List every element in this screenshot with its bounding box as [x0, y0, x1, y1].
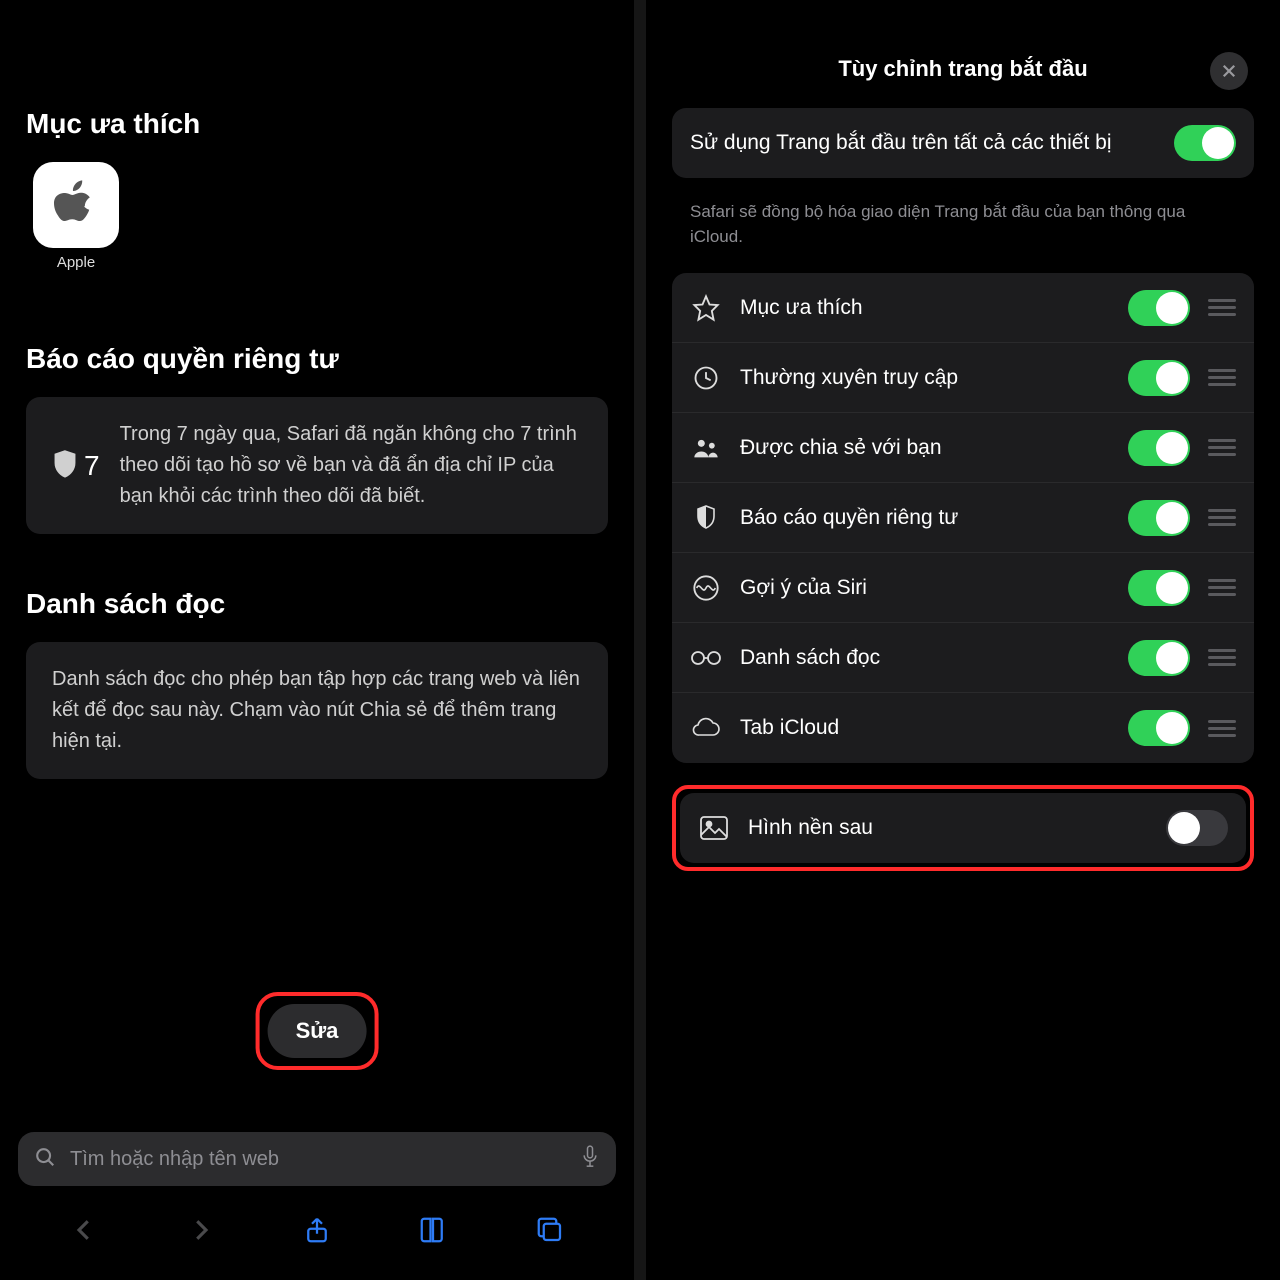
row-background-image[interactable]: Hình nền sau	[680, 793, 1246, 863]
reorder-handle[interactable]	[1208, 435, 1236, 460]
back-button[interactable]	[69, 1215, 99, 1250]
bottom-toolbar	[0, 1204, 634, 1260]
row-icloud-tabs[interactable]: Tab iCloud	[672, 693, 1254, 763]
toggle-privacy[interactable]	[1128, 500, 1190, 536]
siri-icon	[690, 574, 722, 602]
row-favorites[interactable]: Mục ưa thích	[672, 273, 1254, 343]
forward-button[interactable]	[186, 1215, 216, 1250]
row-frequently-visited[interactable]: Thường xuyên truy cập	[672, 343, 1254, 413]
reorder-handle[interactable]	[1208, 716, 1236, 741]
shield-icon	[690, 504, 722, 532]
edit-button[interactable]: Sửa	[268, 1004, 367, 1058]
background-image-highlight: Hình nền sau	[672, 785, 1254, 871]
share-button[interactable]	[302, 1215, 332, 1250]
toggle-favorites[interactable]	[1128, 290, 1190, 326]
favorite-apple[interactable]: Apple	[26, 162, 126, 271]
reorder-handle[interactable]	[1208, 575, 1236, 600]
reading-heading: Danh sách đọc	[26, 588, 608, 620]
row-reading-list[interactable]: Danh sách đọc	[672, 623, 1254, 693]
toggle-frequent[interactable]	[1128, 360, 1190, 396]
microphone-icon[interactable]	[580, 1144, 600, 1175]
cloud-icon	[690, 717, 722, 739]
close-button[interactable]	[1210, 52, 1248, 90]
favorite-label: Apple	[26, 254, 126, 271]
row-siri-suggestions[interactable]: Gợi ý của Siri	[672, 553, 1254, 623]
reorder-handle[interactable]	[1208, 505, 1236, 530]
toggle-background[interactable]	[1166, 810, 1228, 846]
sheet-title: Tùy chỉnh trang bắt đầu	[838, 56, 1087, 81]
reading-card: Danh sách đọc cho phép bạn tập hợp các t…	[26, 642, 608, 779]
toggle-icloud[interactable]	[1128, 710, 1190, 746]
search-icon	[34, 1146, 56, 1173]
favorites-heading: Mục ưa thích	[26, 108, 608, 140]
reorder-handle[interactable]	[1208, 645, 1236, 670]
people-icon	[690, 434, 722, 462]
toggle-siri[interactable]	[1128, 570, 1190, 606]
reorder-handle[interactable]	[1208, 365, 1236, 390]
reorder-handle[interactable]	[1208, 295, 1236, 320]
privacy-heading: Báo cáo quyền riêng tư	[26, 343, 608, 375]
glasses-icon	[690, 648, 722, 668]
bookmarks-button[interactable]	[418, 1215, 448, 1250]
tabs-button[interactable]	[535, 1215, 565, 1250]
reading-text: Danh sách đọc cho phép bạn tập hợp các t…	[52, 668, 580, 752]
image-icon	[698, 815, 730, 841]
clock-icon	[690, 364, 722, 392]
tracker-count: 7	[84, 444, 100, 487]
row-shared-with-you[interactable]: Được chia sẻ với bạn	[672, 413, 1254, 483]
star-icon	[690, 294, 722, 322]
shield-icon: 7	[52, 444, 100, 487]
search-placeholder: Tìm hoặc nhập tên web	[70, 1148, 566, 1171]
edit-button-highlight: Sửa	[256, 992, 379, 1070]
apple-icon	[33, 162, 119, 248]
sync-toggle[interactable]	[1174, 125, 1236, 161]
toggle-reading[interactable]	[1128, 640, 1190, 676]
row-privacy-report[interactable]: Báo cáo quyền riêng tư	[672, 483, 1254, 553]
privacy-card[interactable]: 7 Trong 7 ngày qua, Safari đã ngăn không…	[26, 397, 608, 534]
customize-start-page-sheet: Tùy chỉnh trang bắt đầu Sử dụng Trang bắ…	[640, 0, 1280, 1280]
privacy-text: Trong 7 ngày qua, Safari đã ngăn không c…	[120, 419, 582, 512]
safari-start-page: Mục ưa thích Apple Báo cáo quyền riêng t…	[0, 0, 640, 1280]
toggle-shared[interactable]	[1128, 430, 1190, 466]
address-bar[interactable]: Tìm hoặc nhập tên web	[18, 1132, 616, 1186]
sections-group: Mục ưa thích Thường xuyên truy cập Được …	[672, 273, 1254, 763]
sync-footnote: Safari sẽ đồng bộ hóa giao diện Trang bắ…	[672, 190, 1254, 273]
sync-devices-row[interactable]: Sử dụng Trang bắt đầu trên tất cả các th…	[672, 108, 1254, 178]
